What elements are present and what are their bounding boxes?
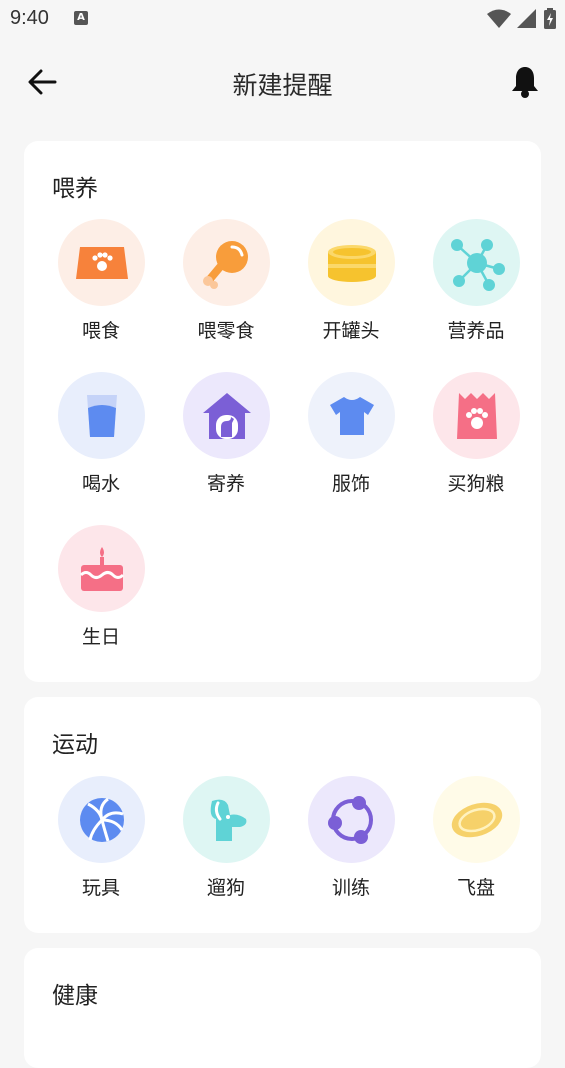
status-bar: 9:40 A xyxy=(0,0,565,38)
wifi-icon xyxy=(487,9,511,28)
item-circle xyxy=(308,776,395,863)
reminder-birthday[interactable]: 生日 xyxy=(51,525,151,655)
section-title: 喂养 xyxy=(52,176,98,202)
reminder-supplements[interactable]: 营养品 xyxy=(426,219,526,349)
notification-button[interactable] xyxy=(505,62,545,102)
item-label: 开罐头 xyxy=(322,320,380,342)
section-feeding: 喂养 喂食 喂零食 开罐头 营养品 喝水 寄养 服饰 买狗粮 生日 xyxy=(24,141,541,682)
item-circle xyxy=(308,372,395,459)
item-label: 寄养 xyxy=(206,473,245,495)
dog-house-icon xyxy=(202,392,251,439)
dog-food-bag-icon xyxy=(456,392,497,439)
reminder-can[interactable]: 开罐头 xyxy=(301,219,401,349)
notification-a-icon: A xyxy=(74,11,88,25)
reminder-buy-dog-food[interactable]: 买狗粮 xyxy=(426,372,526,502)
item-label: 喂零食 xyxy=(197,320,255,342)
section-title: 健康 xyxy=(52,983,98,1009)
item-label: 生日 xyxy=(81,626,120,648)
item-circle xyxy=(58,372,145,459)
item-circle xyxy=(183,776,270,863)
volleyball-icon xyxy=(79,797,124,842)
bell-icon xyxy=(512,67,538,98)
section-exercise: 运动 玩具 遛狗 训练 飞盘 xyxy=(24,697,541,933)
item-circle xyxy=(58,219,145,306)
item-label: 喂食 xyxy=(81,320,120,342)
item-label: 训练 xyxy=(331,877,370,899)
cell-signal-icon xyxy=(517,9,536,28)
item-label: 玩具 xyxy=(81,877,120,899)
page-title: 新建提醒 xyxy=(232,71,333,100)
item-circle xyxy=(433,776,520,863)
reminder-feed[interactable]: 喂食 xyxy=(51,219,151,349)
frisbee-icon xyxy=(451,802,502,837)
reminder-boarding[interactable]: 寄养 xyxy=(176,372,276,502)
item-circle xyxy=(433,372,520,459)
reminder-walk-dog[interactable]: 遛狗 xyxy=(176,776,276,906)
water-glass-icon xyxy=(86,394,117,437)
molecule-icon xyxy=(450,238,505,291)
reminder-frisbee[interactable]: 飞盘 xyxy=(426,776,526,906)
section-health: 健康 xyxy=(24,948,541,1068)
item-label: 遛狗 xyxy=(206,877,245,899)
reminder-water[interactable]: 喝水 xyxy=(51,372,151,502)
item-label: 买狗粮 xyxy=(447,473,505,495)
food-bowl-icon xyxy=(75,246,128,279)
item-circle xyxy=(183,219,270,306)
reminder-toys[interactable]: 玩具 xyxy=(51,776,151,906)
item-circle xyxy=(58,525,145,612)
reminder-clothing[interactable]: 服饰 xyxy=(301,372,401,502)
can-icon xyxy=(327,244,376,282)
reminder-snack[interactable]: 喂零食 xyxy=(176,219,276,349)
reminder-training[interactable]: 训练 xyxy=(301,776,401,906)
training-icon xyxy=(327,795,373,844)
battery-icon xyxy=(544,8,556,29)
app-bar: 新建提醒 xyxy=(0,48,565,116)
item-circle xyxy=(308,219,395,306)
item-label: 营养品 xyxy=(447,320,505,342)
tshirt-icon xyxy=(329,396,374,435)
item-circle xyxy=(183,372,270,459)
section-title: 运动 xyxy=(52,732,98,758)
status-time: 9:40 xyxy=(10,7,49,29)
item-label: 喝水 xyxy=(81,473,120,495)
birthday-cake-icon xyxy=(79,546,124,591)
drumstick-icon xyxy=(202,240,248,289)
item-circle xyxy=(433,219,520,306)
item-label: 服饰 xyxy=(331,473,370,495)
item-circle xyxy=(58,776,145,863)
dog-head-icon xyxy=(210,799,246,841)
item-label: 飞盘 xyxy=(456,877,495,899)
